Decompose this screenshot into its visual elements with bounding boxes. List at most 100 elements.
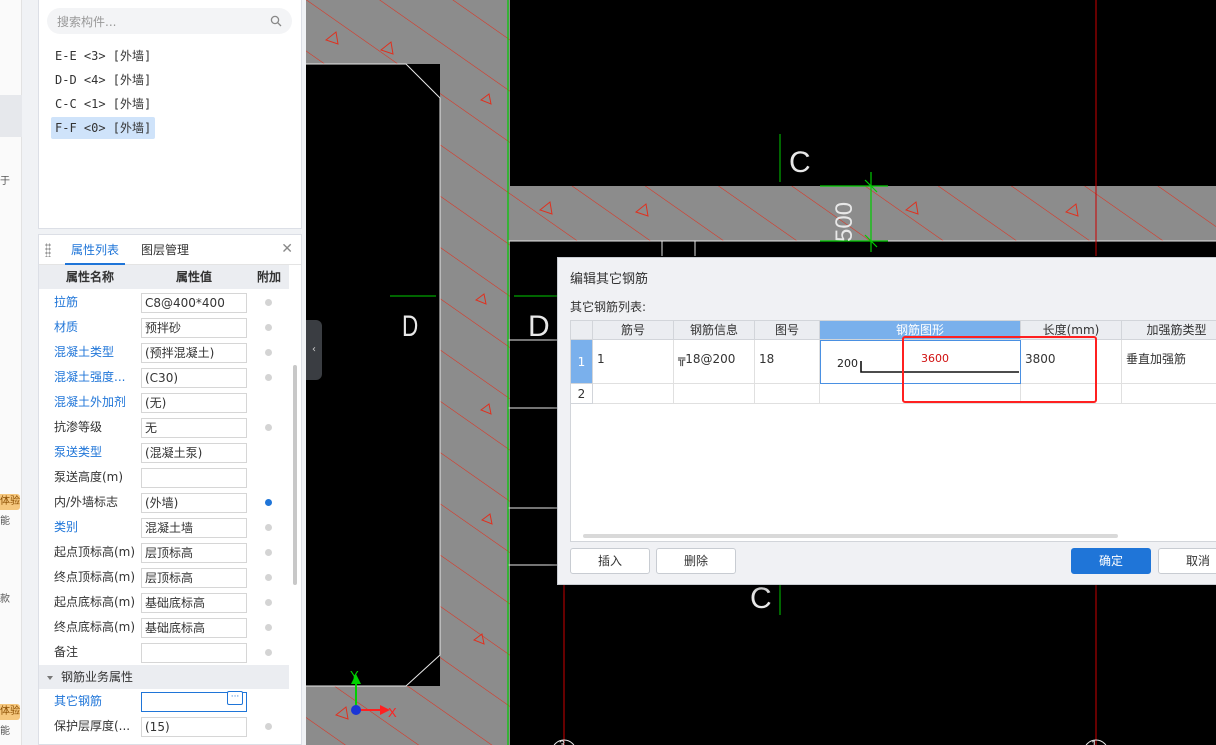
strip-selected-item[interactable] (0, 95, 22, 137)
tab-property-list[interactable]: 属性列表 (65, 235, 126, 265)
attach-dot[interactable] (265, 424, 272, 431)
cell-reinforce-type[interactable] (1122, 384, 1216, 404)
tree-item[interactable]: E-E <3> [外墙] (51, 45, 155, 67)
attach-dot[interactable] (265, 549, 272, 556)
col-length[interactable]: 长度(mm) (1021, 321, 1122, 340)
attach-dot[interactable] (265, 524, 272, 531)
cell-length[interactable] (1021, 384, 1122, 404)
axis-label-d-left: D (402, 309, 418, 343)
cell-rebar-info[interactable]: ╦18@200 (674, 340, 755, 384)
attach-dot[interactable] (265, 723, 272, 730)
property-name[interactable]: 拉筋 (54, 290, 140, 315)
property-name[interactable]: 混凝土类型 (54, 340, 140, 365)
strip-char-top: 于 (0, 176, 10, 187)
property-name: 起点底标高(m) (54, 595, 136, 609)
cancel-button[interactable]: 取消 (1158, 548, 1216, 574)
property-name[interactable]: 泵送类型 (54, 440, 140, 465)
axis-label-c-bottom: C (750, 582, 772, 615)
rebar-business-section[interactable]: 钢筋业务属性 (39, 665, 289, 689)
collapse-panel-button[interactable]: ‹ (306, 320, 322, 380)
col-bar-no[interactable]: 筋号 (593, 321, 674, 340)
attach-dot[interactable] (265, 599, 272, 606)
property-name[interactable]: 类别 (54, 515, 140, 540)
tab-layer-management[interactable]: 图层管理 (135, 235, 195, 265)
property-value[interactable]: 层顶标高 (141, 568, 247, 588)
search-icon[interactable] (270, 15, 282, 27)
dimension-label: 500 (831, 202, 858, 242)
property-value[interactable] (141, 468, 247, 488)
experience-badge-2[interactable]: 体验 (0, 704, 20, 720)
property-row: 备注 (39, 640, 289, 665)
property-value[interactable]: (无) (141, 393, 247, 413)
table-horizontal-scrollbar[interactable] (583, 534, 1118, 538)
attach-dot[interactable] (265, 624, 272, 631)
badge-1-sub: 能 (0, 516, 10, 527)
drag-grip-icon[interactable] (45, 243, 51, 257)
property-name: 终点顶标高(m) (54, 570, 136, 584)
property-row: 混凝土强度... (C30) (39, 365, 289, 390)
strip-char-mid: 款 (0, 594, 10, 605)
attach-dot[interactable] (265, 374, 272, 381)
cell-reinforce-type[interactable]: 垂直加强筋 (1122, 340, 1216, 384)
row-number[interactable]: 1 (571, 340, 593, 384)
cell-rebar-info[interactable] (674, 384, 755, 404)
attach-dot[interactable] (265, 299, 272, 306)
cell-bar-no[interactable]: 1 (593, 340, 674, 384)
property-value[interactable] (141, 643, 247, 663)
property-value[interactable]: 层顶标高 (141, 543, 247, 563)
insert-button[interactable]: 插入 (570, 548, 650, 574)
attach-dot[interactable] (265, 499, 272, 506)
property-row: 材质 预拌砂 (39, 315, 289, 340)
tree-item[interactable]: D-D <4> [外墙] (51, 69, 155, 91)
section-label: 钢筋业务属性 (61, 670, 134, 684)
search-input[interactable]: 搜索构件... (47, 8, 292, 34)
property-value[interactable]: 无 (141, 418, 247, 438)
col-rebar-shape[interactable]: 钢筋图形 (820, 321, 1021, 340)
cell-figure-no[interactable]: 18 (755, 340, 820, 384)
property-value[interactable]: (C30) (141, 368, 247, 388)
property-value[interactable]: C8@400*400 (141, 293, 247, 313)
header-property-value: 属性值 (175, 270, 212, 284)
cell-bar-no[interactable] (593, 384, 674, 404)
property-value[interactable]: (混凝土泵) (141, 443, 247, 463)
property-value[interactable]: (15) (141, 717, 247, 737)
origin-marker (351, 705, 361, 715)
property-value[interactable]: 基础底标高 (141, 593, 247, 613)
collapse-arrow-icon[interactable] (47, 675, 53, 680)
property-name[interactable]: 混凝土强度... (54, 365, 140, 390)
wall-hatch (508, 186, 1216, 241)
row-number[interactable]: 2 (571, 384, 593, 404)
axis-label-d-right: D (528, 310, 550, 343)
cell-figure-no[interactable] (755, 384, 820, 404)
delete-button[interactable]: 删除 (656, 548, 736, 574)
close-icon[interactable]: ✕ (281, 241, 293, 257)
attach-dot[interactable] (265, 324, 272, 331)
ok-button[interactable]: 确定 (1071, 548, 1151, 574)
attach-dot[interactable] (265, 649, 272, 656)
edit-other-rebar-dialog: 编辑其它钢筋 其它钢筋列表: 筋号 钢筋信息 图号 钢筋图形 长度(mm) 加强… (557, 257, 1216, 585)
col-reinforce-type[interactable]: 加强筋类型 (1122, 321, 1216, 340)
property-scrollbar[interactable] (293, 365, 297, 585)
property-value[interactable]: 基础底标高 (141, 618, 247, 638)
property-row: 拉筋 C8@400*400 (39, 290, 289, 315)
cell-rebar-shape[interactable] (820, 384, 1021, 404)
ellipsis-button[interactable]: ··· (227, 691, 243, 705)
col-figure-no[interactable]: 图号 (755, 321, 820, 340)
attach-dot[interactable] (265, 349, 272, 356)
header-attach: 附加 (256, 270, 281, 284)
cell-rebar-shape[interactable]: 200 3600 (820, 340, 1021, 384)
attach-dot[interactable] (265, 574, 272, 581)
property-row-cover: 保护层厚度(... (15) (39, 714, 289, 739)
property-row: 起点底标高(m) 基础底标高 (39, 590, 289, 615)
tree-item-selected[interactable]: F-F <0> [外墙] (51, 117, 156, 139)
property-value[interactable]: (外墙) (141, 493, 247, 513)
col-rebar-info[interactable]: 钢筋信息 (674, 321, 755, 340)
experience-badge-1[interactable]: 体验 (0, 494, 20, 510)
property-value[interactable]: 预拌砂 (141, 318, 247, 338)
cell-length[interactable]: 3800 (1021, 340, 1122, 384)
property-value[interactable]: 混凝土墙 (141, 518, 247, 538)
property-value[interactable]: (预拌混凝土) (141, 343, 247, 363)
property-name[interactable]: 混凝土外加剂 (54, 390, 140, 415)
tree-item[interactable]: C-C <1> [外墙] (51, 93, 155, 115)
property-name[interactable]: 材质 (54, 315, 140, 340)
